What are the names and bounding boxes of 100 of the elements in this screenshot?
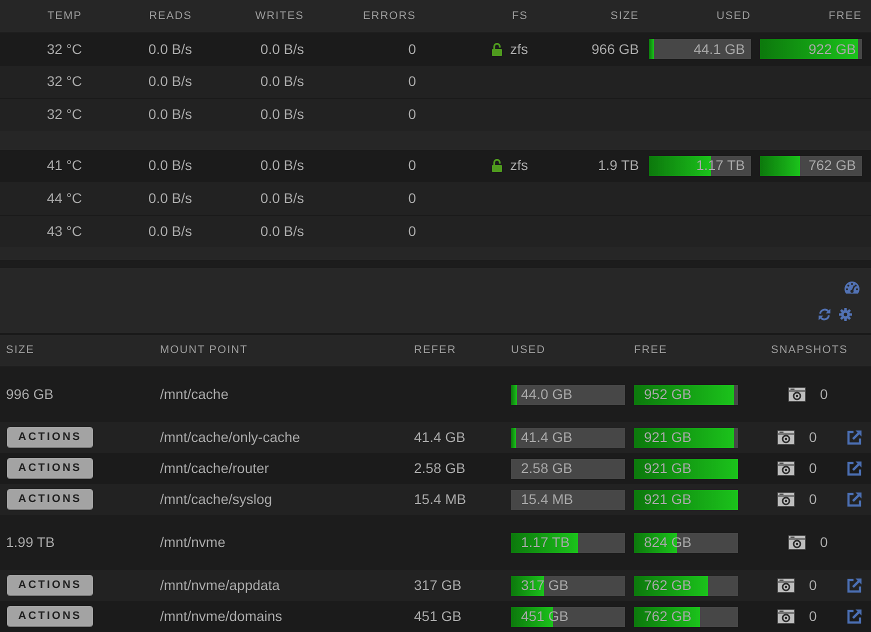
table-cell-text: 0 (408, 40, 416, 59)
table-cell-text: 0.0 B/s (260, 188, 304, 208)
filesystem-label: zfs (510, 40, 528, 59)
column-header: READS (149, 8, 192, 24)
table-cell-text: 0 (408, 188, 416, 208)
refer-size: 451 GB (414, 607, 462, 626)
column-header: SIZE (610, 8, 639, 24)
bar-value: 762 GB (644, 607, 692, 626)
bar-value: 921 GB (644, 428, 692, 447)
column-header: FREE (828, 8, 862, 24)
column-header: TEMP (47, 8, 82, 24)
column-header: SIZE (6, 343, 34, 358)
table-cell-text: 0 (408, 72, 416, 92)
column-header: ERRORS (362, 8, 416, 24)
column-header: SNAPSHOTS (771, 343, 848, 358)
bar-value: 2.58 GB (521, 459, 572, 478)
camera-icon[interactable] (777, 430, 795, 445)
table-cell-text: 0.0 B/s (148, 40, 192, 59)
actions-button[interactable]: ACTIONS (7, 489, 93, 510)
bar-value: 921 GB (644, 490, 692, 509)
external-link-icon[interactable] (847, 578, 862, 593)
mount-point: /mnt/cache (160, 385, 228, 404)
actions-button[interactable]: ACTIONS (7, 575, 93, 596)
column-header: USED (511, 343, 546, 358)
column-header: USED (716, 8, 751, 24)
camera-icon[interactable] (777, 578, 795, 593)
refer-size: 317 GB (414, 576, 462, 595)
camera-icon[interactable] (788, 387, 806, 402)
table-cell-text: 0.0 B/s (148, 105, 192, 124)
bar-value: 921 GB (644, 459, 692, 478)
column-header: REFER (414, 343, 456, 358)
table-cell-text: 41 °C (46, 156, 82, 176)
table-cell-text: 966 GB (592, 40, 639, 59)
table-cell-text: 0.0 B/s (148, 222, 192, 241)
table-cell-text: 0.0 B/s (260, 105, 304, 124)
bar-value: 1.17 TB (521, 533, 570, 552)
table-cell-text: 0.0 B/s (260, 40, 304, 59)
actions-button[interactable]: ACTIONS (7, 458, 93, 479)
table-cell-text: 0.0 B/s (260, 222, 304, 241)
actions-button[interactable]: ACTIONS (7, 427, 93, 448)
camera-icon[interactable] (777, 609, 795, 624)
table-cell-text: 0.0 B/s (148, 188, 192, 208)
filesystem-label: zfs (510, 156, 528, 176)
actions-button[interactable]: ACTIONS (7, 606, 93, 627)
refer-size: 41.4 GB (414, 428, 466, 447)
column-header: WRITES (255, 8, 304, 24)
table-cell-text: 1.9 TB (598, 156, 639, 176)
refer-size: 15.4 MB (414, 490, 466, 509)
table-cell-text: 0.0 B/s (260, 156, 304, 176)
table-cell-text: 0 (408, 105, 416, 124)
pool-size: 1.99 TB (6, 533, 55, 552)
column-header: FS (512, 8, 528, 24)
pool-size: 996 GB (6, 385, 54, 404)
bar-value: 41.4 GB (521, 428, 572, 447)
table-cell-text: 0.0 B/s (260, 72, 304, 92)
table-cell-text: 0 (408, 156, 416, 176)
unlocked-padlock-icon (492, 159, 502, 172)
unlocked-padlock-icon (492, 42, 502, 56)
refresh-icon[interactable] (818, 308, 831, 321)
external-link-icon[interactable] (847, 492, 862, 507)
camera-icon[interactable] (788, 535, 806, 550)
table-cell-text: 32 °C (46, 105, 82, 124)
bar-value: 952 GB (644, 385, 692, 404)
column-header: FREE (634, 343, 668, 358)
bar-value: 922 GB (808, 40, 856, 59)
bar-value: 762 GB (808, 156, 856, 176)
snapshot-count: 0 (809, 490, 817, 509)
mount-point: /mnt/nvme/domains (160, 607, 282, 626)
table-cell-text: 0.0 B/s (148, 156, 192, 176)
snapshot-count: 0 (809, 607, 817, 626)
snapshot-count: 0 (809, 576, 817, 595)
dashboard-icon[interactable] (844, 281, 860, 294)
mount-point: /mnt/nvme/appdata (160, 576, 280, 595)
bar-value: 44.1 GB (694, 40, 745, 59)
settings-icon[interactable] (839, 308, 852, 321)
mount-point: /mnt/nvme (160, 533, 226, 552)
table-cell-text: 0.0 B/s (148, 72, 192, 92)
snapshot-count: 0 (820, 533, 828, 552)
bar-value: 317 GB (521, 576, 568, 595)
snapshot-count: 0 (820, 385, 828, 404)
table-cell-text: 0 (408, 222, 416, 241)
table-cell-text: 43 °C (46, 222, 82, 241)
camera-icon[interactable] (777, 492, 795, 507)
mount-point: /mnt/cache/only-cache (160, 428, 300, 447)
bar-value: 762 GB (644, 576, 692, 595)
external-link-icon[interactable] (847, 461, 862, 476)
snapshot-count: 0 (809, 459, 817, 478)
mount-point: /mnt/cache/router (160, 459, 269, 478)
bar-value: 44.0 GB (521, 385, 572, 404)
refer-size: 2.58 GB (414, 459, 466, 478)
mount-point: /mnt/cache/syslog (160, 490, 272, 509)
external-link-icon[interactable] (847, 430, 862, 445)
table-cell-text: 32 °C (46, 72, 82, 92)
external-link-icon[interactable] (847, 609, 862, 624)
camera-icon[interactable] (777, 461, 795, 476)
column-header: MOUNT POINT (160, 343, 248, 358)
table-cell-text: 32 °C (46, 40, 82, 59)
bar-value: 15.4 MB (521, 490, 574, 509)
snapshot-count: 0 (809, 428, 817, 447)
table-cell-text: 44 °C (46, 188, 82, 208)
